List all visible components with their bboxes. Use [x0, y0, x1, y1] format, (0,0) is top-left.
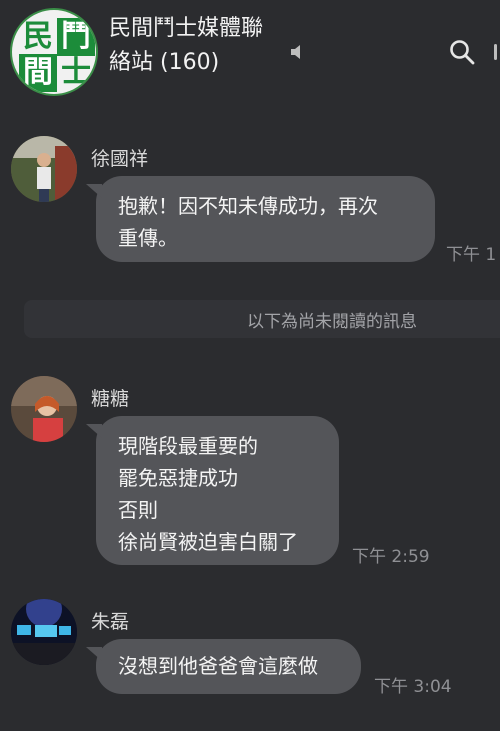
message-line: 現階段最重要的 — [118, 434, 258, 458]
message-line: 否則 — [118, 498, 158, 522]
avatar-photo — [11, 376, 77, 442]
avatar[interactable] — [11, 376, 77, 442]
logo-char: 間 — [19, 54, 57, 92]
avatar[interactable] — [11, 136, 77, 202]
message-bubble[interactable]: 抱歉！因不知未傳成功，再次 重傳。 — [86, 176, 435, 262]
unread-divider: 以下為尚未閱讀的訊息 — [24, 300, 500, 338]
message-line: 抱歉！因不知未傳成功，再次 — [118, 194, 378, 218]
logo-char: 士 — [61, 55, 91, 90]
group-title-line2: 絡站 (160) — [109, 46, 289, 80]
message-time: 下午 1 — [446, 245, 497, 265]
message-time: 下午 3:04 — [374, 677, 452, 697]
message-line: 徐尚賢被迫害白關了 — [118, 530, 298, 554]
sender-name: 朱磊 — [91, 611, 130, 633]
message-line: 罷免惡捷成功 — [118, 466, 238, 490]
unread-divider-text: 以下為尚未閱讀的訊息 — [247, 312, 417, 332]
bubble-tail — [86, 647, 102, 661]
logo-char: 民 — [23, 19, 53, 54]
avatar-photo — [11, 136, 77, 202]
group-title[interactable]: 民間鬥士媒體聯 絡站 (160) — [109, 12, 289, 80]
group-title-line2-text: 絡站 — [109, 50, 154, 75]
message-time: 下午 2:59 — [352, 547, 430, 567]
bubble-tail — [86, 184, 102, 198]
group-title-line1: 民間鬥士媒體聯 — [109, 16, 264, 41]
message-bubble[interactable]: 現階段最重要的 罷免惡捷成功 否則 徐尚賢被迫害白關了 — [86, 416, 339, 565]
sender-name: 徐國祥 — [91, 148, 149, 170]
more-options-icon[interactable] — [494, 44, 497, 60]
group-avatar[interactable]: 民 鬥 間 士 — [10, 8, 98, 96]
member-count: (160) — [160, 50, 220, 75]
avatar[interactable] — [11, 599, 77, 665]
message-bubble[interactable]: 沒想到他爸爸會這麼做 — [86, 639, 361, 694]
search-icon[interactable] — [448, 38, 476, 66]
sender-name: 糖糖 — [91, 388, 130, 410]
message-line: 重傳。 — [118, 226, 178, 250]
message-line: 沒想到他爸爸會這麼做 — [118, 654, 318, 678]
bubble-tail — [86, 424, 102, 438]
logo-char: 鬥 — [57, 18, 95, 56]
speaker-muted-icon — [291, 45, 300, 59]
chat-header: 民 鬥 間 士 民間鬥士媒體聯 絡站 (160) — [0, 0, 500, 104]
avatar-photo — [11, 599, 77, 665]
